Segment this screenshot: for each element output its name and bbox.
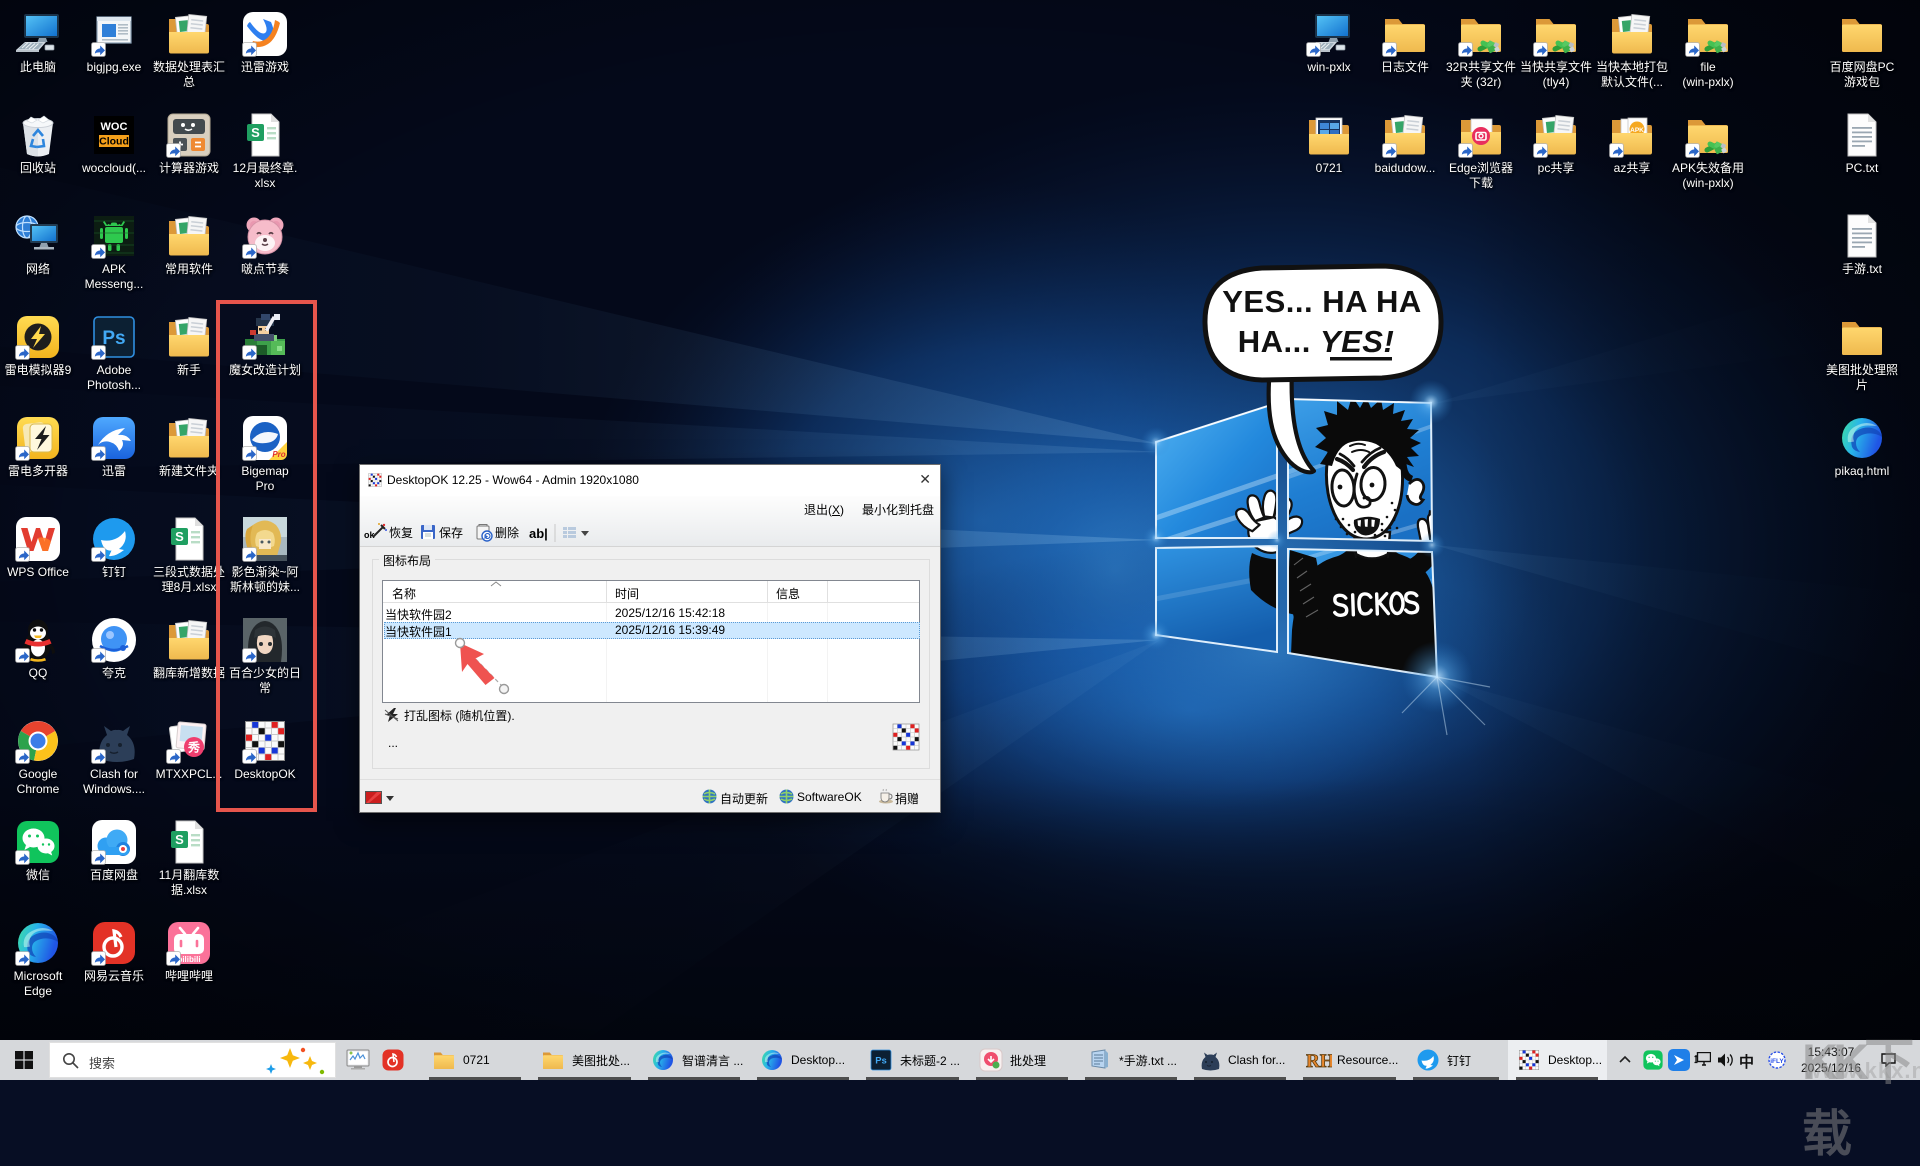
svg-text:RH: RH	[1306, 1051, 1332, 1072]
svg-text:iFLY: iFLY	[1770, 1058, 1784, 1065]
svg-text:删除: 删除	[495, 525, 519, 540]
svg-text:恢复: 恢复	[389, 526, 413, 540]
svg-text:保存: 保存	[439, 526, 463, 540]
svg-text:ab|: ab|	[529, 526, 548, 541]
svg-text:YES... HA HA: YES... HA HA	[1222, 284, 1422, 319]
svg-text:HA... YES!: HA... YES!	[1238, 324, 1395, 359]
